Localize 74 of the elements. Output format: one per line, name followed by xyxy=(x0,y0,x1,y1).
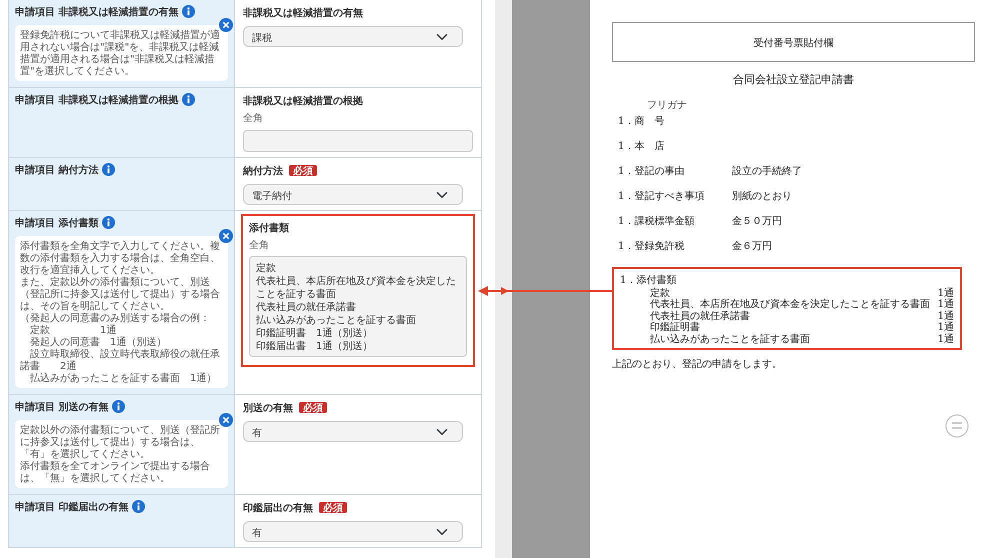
textarea-line: 代表社員、本店所在地及び資本金を決定したことを証する書面 xyxy=(256,274,457,300)
field-label: 非課税又は軽減措置の根拠 xyxy=(243,95,363,106)
textarea-line: 印鑑証明書 1通（別送） xyxy=(256,326,374,339)
item-value: 金５０万円 xyxy=(732,214,782,228)
field-label: 非課税又は軽減措置の有無 xyxy=(243,7,363,18)
attachments-label: 1．添付書類 xyxy=(620,272,678,286)
help-text: 添付書類を全てオンラインで提出する場合は、「無」を選択してください。 xyxy=(20,460,211,484)
field-note: 全角 xyxy=(249,238,270,252)
attachment-count: 1通 xyxy=(938,321,954,332)
row-label: 申請項目 添付書類 xyxy=(15,216,98,229)
close-button[interactable] xyxy=(219,229,233,243)
help-text: また、定款以外の添付書類について、別送（登記所に持参又は送付して提出）する場合は、その旨を明記してください。 xyxy=(20,276,221,311)
textarea-line: 払い込みがあったことを証する書面 xyxy=(256,313,417,326)
closing-text: 上記のとおり、登記の申請をします。 xyxy=(612,357,783,371)
close-button[interactable] xyxy=(219,413,233,427)
furigana-label: フリガナ xyxy=(646,98,688,112)
item-value: 金６万円 xyxy=(732,238,772,252)
field-label: 添付書類 xyxy=(249,222,289,233)
select-field[interactable]: 電子納付 xyxy=(243,184,463,205)
textarea-line: 定款 xyxy=(256,261,277,274)
field-note: 全角 xyxy=(243,111,264,125)
row-label: 申請項目 非課税又は軽減措置の有無 xyxy=(15,5,178,18)
seal-icon xyxy=(945,414,969,438)
attachment-name: 定款 xyxy=(650,286,670,298)
field-label: 印鑑届出の有無 xyxy=(243,502,313,513)
help-text: （発起人の同意書のみ別送する場合の例： xyxy=(20,312,211,324)
help-text: 発起人の同意書 1通（別送） xyxy=(29,336,168,348)
select-field[interactable]: 有 xyxy=(243,421,463,442)
item-label: 1．商 号 xyxy=(617,114,666,128)
select-field[interactable]: 課税 xyxy=(243,26,463,47)
attachment-count: 1通 xyxy=(938,310,954,320)
required-badge: 必須 xyxy=(299,402,327,413)
required-badge: 必須 xyxy=(289,165,317,176)
document-title: 合同会社設立登記申請書 xyxy=(732,72,855,88)
text-field[interactable] xyxy=(243,130,473,152)
field-label: 別送の有無 xyxy=(243,402,293,413)
help-text: 定款 1通 xyxy=(29,324,118,336)
help-text: 添付書類を全角文字で入力してください。複数の添付書類を入力する場合は、全角空白、改行を適宜挿入してください。 xyxy=(20,240,221,276)
info-icon[interactable] xyxy=(182,93,196,106)
row-label: 申請項目 別送の有無 xyxy=(15,400,108,413)
item-value: 設立の手続終了 xyxy=(732,164,802,178)
help-text: 定款以外の添付書類について、別送（登記所に持参又は送付して提出）する場合は、「有」を選択してください。 xyxy=(20,424,221,459)
item-value: 別紙のとおり xyxy=(732,188,792,202)
info-icon[interactable] xyxy=(112,400,126,413)
item-label: 1．課税標準金額 xyxy=(617,214,696,228)
item-label: 1．登記すべき事項 xyxy=(617,188,706,202)
help-text: 払込みがあったことを証する書面 1通） xyxy=(29,372,218,384)
attachment-name: 払い込みがあったことを証する書面 xyxy=(650,332,810,344)
item-label: 1．本 店 xyxy=(617,138,666,152)
info-icon[interactable] xyxy=(132,500,146,513)
row-label: 申請項目 印鑑届出の有無 xyxy=(15,500,128,513)
textarea-field[interactable]: 定款 代表社員、本店所在地及び資本金を決定したことを証する書面 代表社員の就任承諾書 払い込みがあったことを証する書面 印鑑証明書 1通（別送） 印鑑届出書 1通（別送） xyxy=(249,256,467,357)
info-icon[interactable] xyxy=(182,5,196,18)
attachment-name: 代表社員の就任承諾書 xyxy=(650,310,750,320)
item-label: 1．登録免許税 xyxy=(617,238,686,252)
help-text: 設立時取締役、設立時代表取締役の就任承諾書 2通 xyxy=(20,348,221,372)
help-text: 登録免許税について非課税又は軽減措置が適用されない場合は"課税"を、非課税又は軽減措置が適用される場合は"非課税又は軽減措置"を選択してください。 xyxy=(20,29,221,77)
attachment-name: 印鑑証明書 xyxy=(650,321,700,332)
row-label: 申請項目 納付方法 xyxy=(15,163,98,176)
required-badge: 必須 xyxy=(319,502,347,513)
item-label: 1．登記の事由 xyxy=(617,164,686,178)
textarea-line: 代表社員の就任承諾書 xyxy=(256,300,357,313)
attachment-count: 1通 xyxy=(938,298,954,310)
info-icon[interactable] xyxy=(102,216,116,229)
info-icon[interactable] xyxy=(102,163,116,176)
close-button[interactable] xyxy=(219,18,233,32)
attachment-count: 1通 xyxy=(938,332,954,344)
select-field[interactable]: 有 xyxy=(243,521,463,542)
attachment-name: 代表社員、本店所在地及び資本金を決定したことを証する書面 xyxy=(650,298,930,309)
row-label: 申請項目 非課税又は軽減措置の根拠 xyxy=(15,93,178,106)
field-label: 納付方法 xyxy=(243,165,283,176)
stamp-box: 受付番号票貼付欄 xyxy=(612,22,975,62)
attachment-count: 1通 xyxy=(938,286,954,298)
textarea-line: 印鑑届出書 1通（別送） xyxy=(256,339,374,352)
